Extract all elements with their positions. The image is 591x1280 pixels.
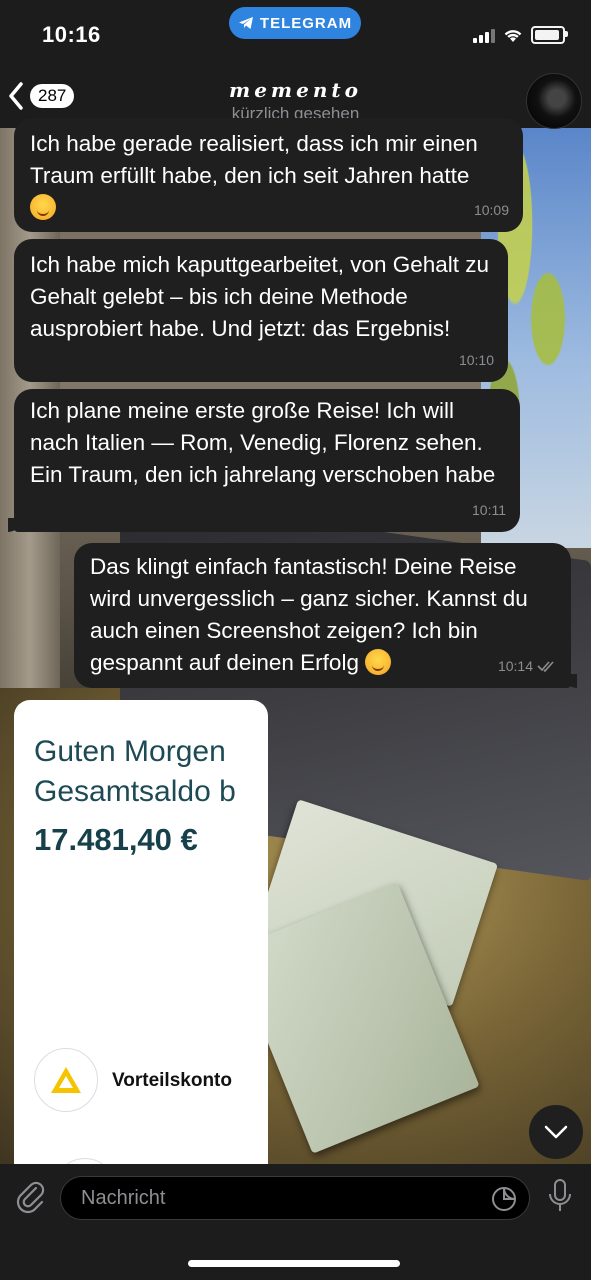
voice-message-button[interactable] — [547, 1178, 573, 1219]
message-input-bar: Nachricht — [0, 1164, 591, 1280]
status-time: 10:16 — [42, 22, 101, 47]
wifi-icon — [504, 29, 522, 42]
message-text: Ich plane meine erste große Reise! Ich w… — [30, 398, 496, 487]
photo-greeting: Guten Morgen Gesamtsaldo b — [34, 732, 236, 812]
message-text: Ich habe mich kaputtgearbeitet, von Geha… — [30, 252, 490, 341]
message-text: Ich habe gerade realisiert, dass ich mir… — [30, 131, 478, 188]
photo-attachment[interactable]: Guten Morgen Gesamtsaldo b 17.481,40 € V… — [14, 700, 268, 1164]
home-indicator — [188, 1260, 400, 1267]
message-time: 10:09 — [473, 202, 509, 218]
photo-greeting-line: Gesamtsaldo b — [34, 775, 236, 808]
message-time: 10:11 — [472, 502, 506, 518]
battery-icon — [531, 26, 568, 44]
sticker-icon — [492, 1187, 516, 1211]
message-bubble-outgoing[interactable]: Das klingt einfach fantastisch! Deine Re… — [74, 543, 577, 688]
sticker-button[interactable] — [491, 1186, 517, 1217]
message-bubble-incoming[interactable]: Ich habe mich kaputtgearbeitet, von Geha… — [14, 239, 508, 382]
cellular-signal-icon — [473, 27, 495, 43]
chat-title[interactable]: memento — [0, 78, 591, 102]
bank-logo-icon — [34, 1048, 98, 1112]
contact-avatar[interactable] — [526, 73, 582, 129]
telegram-icon — [238, 17, 253, 29]
chevron-down-icon — [544, 1125, 568, 1139]
scroll-to-bottom-button[interactable] — [529, 1105, 583, 1159]
double-check-read-icon — [537, 661, 554, 672]
star-struck-emoji-icon — [365, 649, 392, 675]
smiling-face-emoji-icon — [30, 194, 56, 220]
message-input-placeholder: Nachricht — [81, 1187, 166, 1209]
status-bar: 10:16 TELEGRAM — [0, 0, 591, 70]
message-bubble-incoming[interactable]: Ich plane meine erste große Reise! Ich w… — [8, 389, 520, 532]
paperclip-icon — [16, 1181, 45, 1214]
message-time: 10:14 — [497, 658, 533, 674]
attach-button[interactable] — [16, 1180, 46, 1219]
message-bubble-incoming[interactable]: Ich habe gerade realisiert, dass ich mir… — [14, 118, 523, 232]
telegram-pill-label: TELEGRAM — [259, 14, 353, 32]
message-input[interactable]: Nachricht — [60, 1176, 530, 1220]
photo-balance: 17.481,40 € — [34, 822, 198, 857]
photo-account-name: Vorteilskonto — [112, 1070, 232, 1091]
microphone-icon — [549, 1179, 571, 1211]
telegram-return-pill[interactable]: TELEGRAM — [229, 7, 361, 39]
status-icons — [473, 26, 568, 44]
message-time: 10:10 — [458, 352, 494, 368]
photo-greeting-line: Guten Morgen — [34, 735, 226, 768]
message-text: Das klingt einfach fantastisch! Deine Re… — [90, 554, 528, 675]
